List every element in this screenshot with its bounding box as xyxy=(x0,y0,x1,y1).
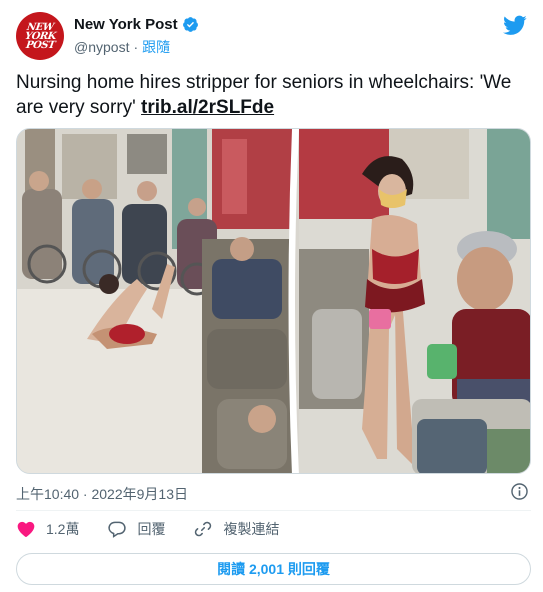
reply-label: 回覆 xyxy=(137,521,166,537)
tweet-link[interactable]: trib.al/2rSLFde xyxy=(141,97,274,118)
action-bar: 1.2萬 回覆 複製連結 xyxy=(16,519,307,539)
divider xyxy=(16,510,531,511)
reply-bubble-icon xyxy=(108,521,127,538)
avatar-text-line-3: POST xyxy=(24,39,56,51)
info-icon[interactable] xyxy=(510,482,529,501)
left-photo-panel xyxy=(17,129,292,473)
follow-button[interactable]: 跟隨 xyxy=(142,37,170,57)
avatar[interactable]: NEW YORK POST xyxy=(16,12,64,60)
verified-badge-icon xyxy=(182,17,198,32)
right-photo-panel xyxy=(299,129,530,473)
tweet-media[interactable] xyxy=(16,128,531,474)
twitter-bird-icon[interactable] xyxy=(503,13,527,37)
heart-icon xyxy=(17,521,35,537)
tweet-card: NEW YORK POST New York Post @nypost · 跟隨… xyxy=(0,0,543,592)
copy-link-action[interactable]: 複製連結 xyxy=(193,519,279,539)
handle-row: @nypost · 跟隨 xyxy=(74,37,170,57)
account-handle[interactable]: @nypost xyxy=(74,39,129,55)
account-name[interactable]: New York Post xyxy=(74,16,178,33)
like-action[interactable]: 1.2萬 xyxy=(16,519,79,539)
reply-action[interactable]: 回覆 xyxy=(107,519,165,539)
media-photo xyxy=(17,129,530,473)
separator-dot: · xyxy=(133,39,139,55)
read-replies-button[interactable]: 閱讀 2,001 則回覆 xyxy=(16,553,531,585)
tweet-text: Nursing home hires stripper for seniors … xyxy=(16,70,531,120)
copy-link-label: 複製連結 xyxy=(223,521,280,537)
tweet-timestamp[interactable]: 上午10:40 · 2022年9月13日 xyxy=(16,484,188,504)
like-count: 1.2萬 xyxy=(46,521,80,537)
link-icon xyxy=(195,521,212,537)
account-name-row[interactable]: New York Post xyxy=(74,16,199,33)
